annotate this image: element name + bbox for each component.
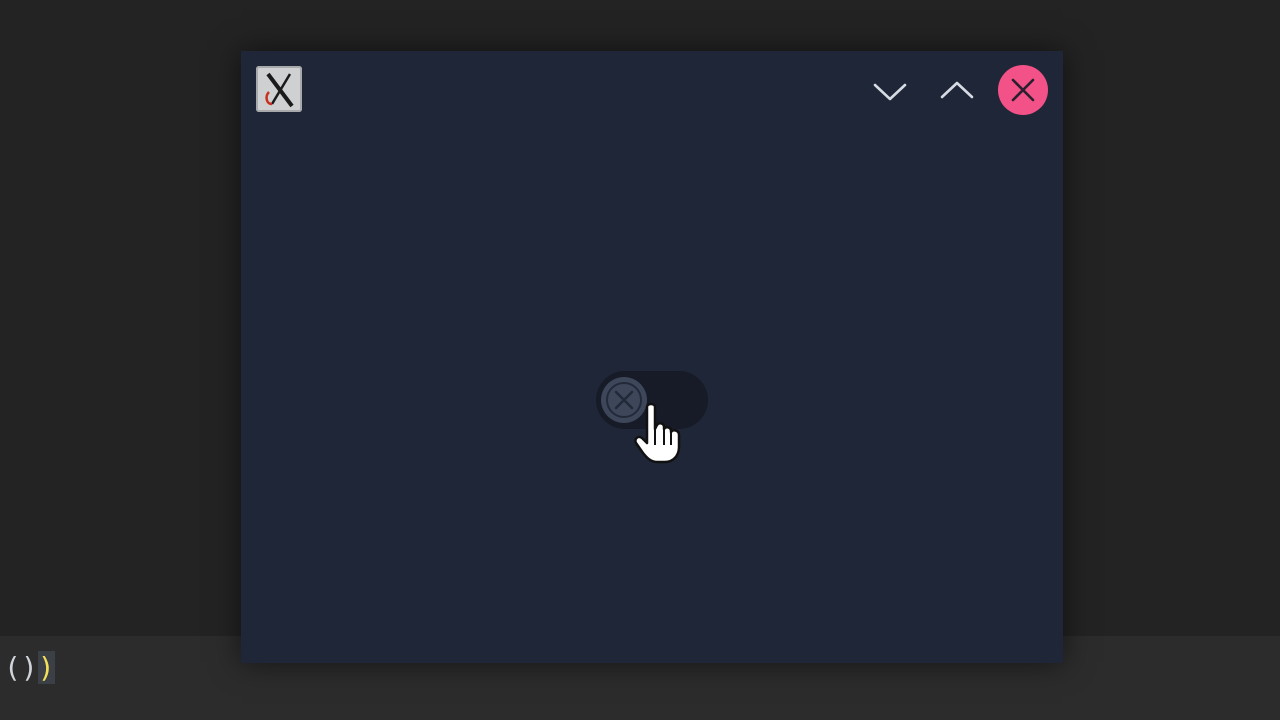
toggle-knob[interactable]: [601, 377, 647, 423]
terminal-line: ()): [4, 650, 55, 686]
terminal-cursor: ): [37, 651, 55, 684]
app-window: [241, 51, 1063, 663]
close-button[interactable]: [998, 65, 1048, 115]
x-window-logo-icon: [256, 66, 302, 112]
minimize-button[interactable]: [865, 65, 915, 115]
toggle-switch[interactable]: [596, 371, 708, 429]
terminal-prompt-text: (): [4, 651, 38, 684]
maximize-button[interactable]: [932, 65, 982, 115]
